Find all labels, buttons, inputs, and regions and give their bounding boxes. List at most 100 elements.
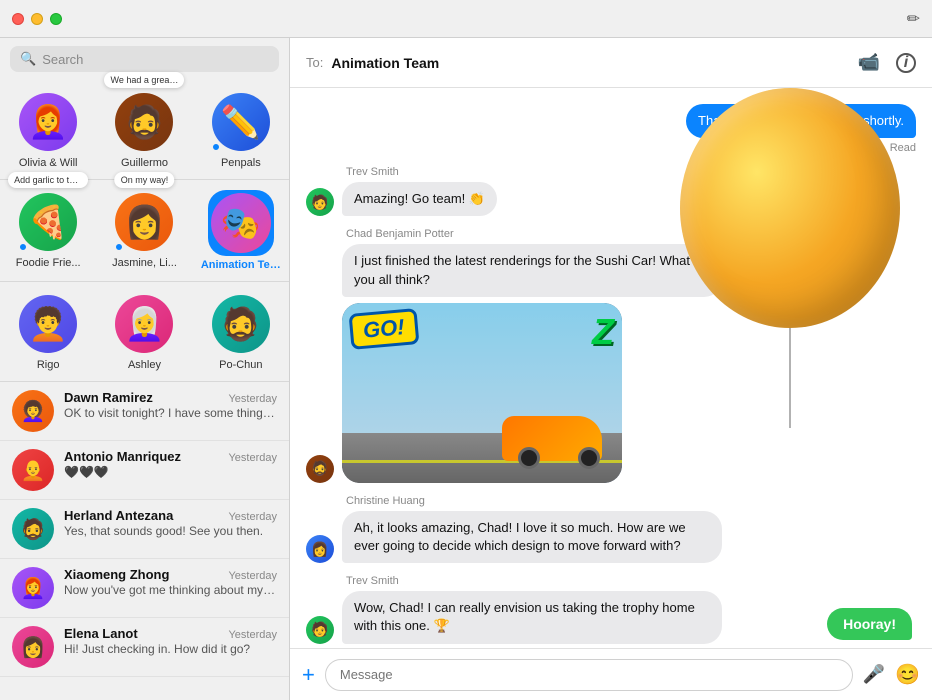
avatar-wrapper: 👩‍🦰 <box>16 90 80 154</box>
avatar-wrapper: 👩‍🦳 <box>112 292 176 356</box>
z-sticker: Z <box>592 311 614 353</box>
conversation-list: 👩‍🦱 Dawn Ramirez Yesterday OK to visit t… <box>0 382 289 700</box>
avatar: 👩‍🦰 <box>12 567 54 609</box>
app-container: 🔍 Search 👩‍🦰 Olivia & Will We had a grea… <box>0 38 932 700</box>
avatar: ✏️ <box>212 93 270 151</box>
speech-bubble-guillermo: We had a great time. Home with... <box>104 72 184 88</box>
close-button[interactable] <box>12 13 24 25</box>
fullscreen-button[interactable] <box>50 13 62 25</box>
conv-name: Herland Antezana <box>64 508 173 523</box>
sender-avatar: 🧔 <box>306 455 334 483</box>
to-label: To: <box>306 55 323 70</box>
avatar: 🍕 <box>19 193 77 251</box>
speech-bubble-foodie: Add garlic to the butter, and then... <box>8 172 88 188</box>
conv-header: Antonio Manriquez Yesterday <box>64 449 277 464</box>
video-call-icon[interactable]: 📹 <box>858 52 880 73</box>
message-bubble: I just finished the latest renderings fo… <box>342 244 722 296</box>
pinned-name: Guillermo <box>121 157 168 169</box>
conversation-item-xiaomeng[interactable]: 👩‍🦰 Xiaomeng Zhong Yesterday Now you've … <box>0 559 289 618</box>
pinned-name: Rigo <box>37 359 60 371</box>
pinned-rigo[interactable]: 🧑‍🦱 Rigo <box>0 286 96 377</box>
avatar: 🧔 <box>12 508 54 550</box>
unread-badge <box>114 242 124 252</box>
conv-name: Xiaomeng Zhong <box>64 567 169 582</box>
chat-recipient-name: Animation Team <box>331 55 439 71</box>
message-input[interactable] <box>325 659 853 691</box>
avatar-wrapper: ✏️ <box>209 90 273 154</box>
conv-header: Elena Lanot Yesterday <box>64 626 277 641</box>
avatar: 🎭 <box>211 193 271 253</box>
message-bubble: Wow, Chad! I can really envision us taki… <box>342 591 722 643</box>
conv-time: Yesterday <box>228 629 277 641</box>
sender-name: Trev Smith <box>346 166 916 178</box>
message-bubble: Thanks, Christine. I'll review shortly. <box>686 104 916 138</box>
conv-time: Yesterday <box>228 452 277 464</box>
avatar-wrapper: 🧔 <box>112 90 176 154</box>
conv-name: Dawn Ramirez <box>64 390 153 405</box>
message-group-outgoing1: Thanks, Christine. I'll review shortly. … <box>306 104 916 154</box>
avatar: 🧔 <box>212 295 270 353</box>
message-group-trev1: Trev Smith 🧑 Amazing! Go team! 👏 <box>306 166 916 216</box>
conv-preview: Now you've got me thinking about my next… <box>64 583 277 597</box>
sidebar: 🔍 Search 👩‍🦰 Olivia & Will We had a grea… <box>0 38 290 700</box>
pinned-name: Ashley <box>128 359 161 371</box>
conversation-item-dawn[interactable]: 👩‍🦱 Dawn Ramirez Yesterday OK to visit t… <box>0 382 289 441</box>
minimize-button[interactable] <box>31 13 43 25</box>
pinned-guillermo[interactable]: We had a great time. Home with... 🧔 Guil… <box>96 84 192 175</box>
pinned-contacts-row2: Add garlic to the butter, and then... 🍕 … <box>0 180 289 282</box>
emoji-picker-button[interactable]: 😊 <box>895 662 920 687</box>
pinned-foodie-friends[interactable]: Add garlic to the butter, and then... 🍕 … <box>0 184 96 277</box>
avatar: 🧑‍🦲 <box>12 449 54 491</box>
add-attachment-button[interactable]: + <box>302 662 315 688</box>
conv-preview: OK to visit tonight? I have some things … <box>64 406 277 420</box>
pinned-olivia-will[interactable]: 👩‍🦰 Olivia & Will <box>0 84 96 175</box>
conv-content: Herland Antezana Yesterday Yes, that sou… <box>64 508 277 538</box>
sender-avatar: 👩 <box>306 535 334 563</box>
pinned-jasmine[interactable]: On my way! 👩 Jasmine, Li... <box>96 184 192 277</box>
sender-avatar: 🧑 <box>306 188 334 216</box>
pinned-name: Foodie Frie... <box>16 257 81 269</box>
message-row: 🧑 Amazing! Go team! 👏 <box>306 182 916 216</box>
speech-bubble-jasmine: On my way! <box>115 172 175 188</box>
avatar-wrapper: 🧔 <box>209 292 273 356</box>
conv-time: Yesterday <box>228 511 277 523</box>
pinned-name: Animation Team <box>201 259 281 271</box>
chat-header: To: Animation Team 📹 i <box>290 38 932 88</box>
pinned-po-chun[interactable]: 🧔 Po-Chun <box>193 286 289 377</box>
conv-time: Yesterday <box>228 393 277 405</box>
sender-name: Christine Huang <box>346 495 916 507</box>
traffic-lights <box>12 13 62 25</box>
conv-header: Herland Antezana Yesterday <box>64 508 277 523</box>
avatar-wrapper: 🧑‍🦱 <box>16 292 80 356</box>
pinned-name: Olivia & Will <box>19 157 78 169</box>
avatar: 👩‍🦰 <box>19 93 77 151</box>
pinned-penpals[interactable]: ✏️ Penpals <box>193 84 289 175</box>
conv-content: Elena Lanot Yesterday Hi! Just checking … <box>64 626 277 656</box>
avatar: 👩‍🦳 <box>115 295 173 353</box>
search-bar[interactable]: 🔍 Search <box>10 46 279 72</box>
compose-icon[interactable]: ✏ <box>907 9 920 29</box>
conv-content: Xiaomeng Zhong Yesterday Now you've got … <box>64 567 277 597</box>
image-message: GO! Z <box>342 303 622 483</box>
conv-header: Dawn Ramirez Yesterday <box>64 390 277 405</box>
message-group-christine1: Christine Huang 👩 Ah, it looks amazing, … <box>306 495 916 563</box>
conversation-item-elena[interactable]: 👩 Elena Lanot Yesterday Hi! Just checkin… <box>0 618 289 677</box>
avatar-wrapper: 👩 <box>112 190 176 254</box>
voice-message-button[interactable]: 🎤 <box>863 664 885 685</box>
conversation-item-herland[interactable]: 🧔 Herland Antezana Yesterday Yes, that s… <box>0 500 289 559</box>
info-icon[interactable]: i <box>896 53 916 73</box>
search-icon: 🔍 <box>20 51 36 67</box>
unread-badge <box>211 142 221 152</box>
message-group-chad1: Chad Benjamin Potter 🧔 I just finished t… <box>306 228 916 482</box>
messages-container: Thanks, Christine. I'll review shortly. … <box>290 88 932 648</box>
message-bubble: Amazing! Go team! 👏 <box>342 182 497 216</box>
sushi-car-visual: GO! Z <box>342 303 622 483</box>
unread-badge <box>18 242 28 252</box>
pinned-animation-team[interactable]: 🎭 Animation Team <box>193 184 289 277</box>
conversation-item-antonio[interactable]: 🧑‍🦲 Antonio Manriquez Yesterday 🖤🖤🖤 <box>0 441 289 500</box>
avatar-wrapper: 🎭 <box>208 190 274 256</box>
chat-area: To: Animation Team 📹 i Thanks, Christine… <box>290 38 932 700</box>
pinned-ashley[interactable]: 👩‍🦳 Ashley <box>96 286 192 377</box>
conv-header: Xiaomeng Zhong Yesterday <box>64 567 277 582</box>
sender-avatar: 🧑 <box>306 616 334 644</box>
